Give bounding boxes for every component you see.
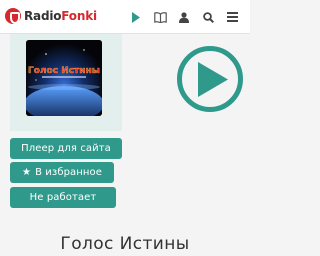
station-title: Голос Истины (60, 234, 190, 254)
star-icon: ★ (21, 167, 32, 178)
logo-text: RadioFonki (24, 9, 97, 23)
top-navbar: RadioFonki (0, 0, 250, 34)
report-broken-button[interactable]: Не работает (10, 187, 116, 208)
station-card: Голос Истины (10, 34, 122, 131)
play-icon (198, 62, 228, 97)
player-for-site-button[interactable]: Плеер для сайта (10, 138, 122, 159)
menu-icon[interactable] (220, 9, 244, 25)
search-icon[interactable] (196, 9, 220, 25)
user-icon[interactable] (172, 9, 196, 25)
station-cover-image: Голос Истины (26, 40, 102, 116)
nav-icons (124, 9, 244, 25)
play-icon[interactable] (124, 9, 148, 25)
book-icon[interactable] (148, 9, 172, 25)
logo-icon (5, 8, 21, 24)
add-to-favorites-button[interactable]: ★ В избранное (10, 162, 114, 183)
play-button[interactable] (177, 46, 243, 112)
site-logo[interactable]: RadioFonki (5, 8, 97, 24)
cover-logo-text: Голос Истины (28, 66, 100, 76)
